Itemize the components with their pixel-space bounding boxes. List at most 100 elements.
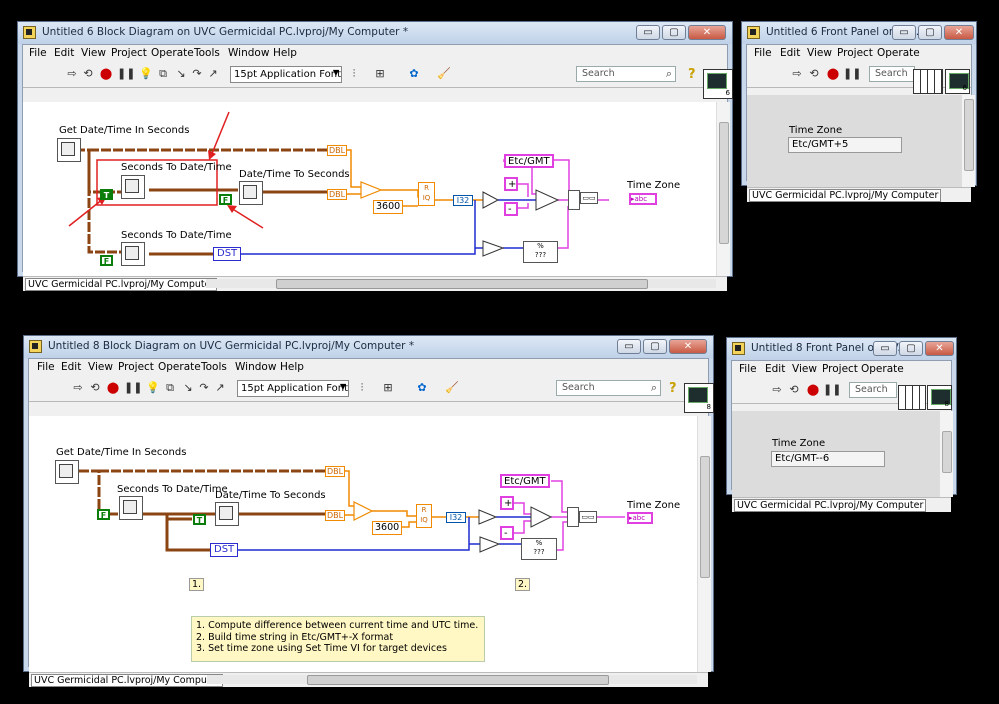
menu-operate[interactable]: Operate — [877, 47, 920, 59]
menu-project[interactable]: Project — [822, 363, 858, 375]
menu-edit[interactable]: Edit — [61, 361, 81, 373]
format-into-string-node[interactable]: %??? — [523, 241, 558, 263]
to-i32-conversion[interactable]: I32 — [446, 512, 466, 523]
time-zone-indicator[interactable]: ▸abc — [629, 193, 657, 205]
maximize-button[interactable]: ▢ — [899, 341, 923, 356]
menu-file[interactable]: File — [29, 47, 47, 59]
menu-edit[interactable]: Edit — [765, 363, 785, 375]
close-button[interactable]: ✕ — [925, 341, 954, 356]
build-string-node[interactable]: ▭▭ — [580, 192, 598, 204]
cleanup-diagram-icon[interactable]: 🧹 — [437, 68, 451, 80]
get-date-time-vi[interactable] — [57, 138, 81, 162]
font-select[interactable]: 15pt Application Font ▼ — [237, 380, 349, 397]
true-constant[interactable]: T — [193, 514, 206, 525]
false-constant[interactable]: F — [97, 509, 110, 520]
connector-pane-icon[interactable] — [898, 385, 926, 410]
run-arrow-icon[interactable]: ⇨ — [770, 384, 784, 396]
pause-icon[interactable]: ❚❚ — [823, 384, 841, 396]
time-zone-indicator[interactable]: Etc/GMT+5 — [788, 137, 902, 153]
front-panel-canvas[interactable]: Time Zone Etc/GMT--6 — [732, 411, 939, 497]
title-bar[interactable]: Untitled 8 Front Panel on UV... ▭ ▢ ✕ — [727, 338, 956, 360]
scroll-thumb[interactable] — [719, 122, 729, 244]
context-help-icon[interactable]: ? — [669, 381, 677, 396]
close-button[interactable]: ✕ — [944, 25, 974, 40]
menu-window[interactable]: Window — [235, 361, 276, 373]
menu-project[interactable]: Project — [111, 47, 147, 59]
cleanup-diagram-icon[interactable]: 🧹 — [445, 382, 459, 394]
format-into-string-node[interactable]: %??? — [521, 538, 557, 560]
project-context[interactable]: UVC Germicidal PC.lvproj/My Computer — [734, 499, 927, 512]
menu-view[interactable]: View — [792, 363, 817, 375]
minimize-button[interactable]: ▭ — [873, 341, 897, 356]
run-continuous-icon[interactable]: ⟲ — [807, 68, 821, 80]
highlight-bulb-icon[interactable]: 💡 — [146, 382, 160, 394]
vi-icon[interactable]: 8 — [684, 383, 714, 413]
menu-operate[interactable]: Operate — [861, 363, 904, 375]
to-dbl-conversion-a[interactable]: DBL — [325, 466, 345, 477]
menu-operate[interactable]: Operate — [158, 361, 201, 373]
true-constant[interactable]: T — [100, 189, 113, 200]
title-bar[interactable]: Untitled 6 Front Panel on UV... ▭ ▢ ✕ — [742, 22, 976, 44]
search-input[interactable]: Search — [869, 66, 915, 82]
scroll-thumb[interactable] — [964, 99, 974, 171]
time-zone-indicator[interactable]: ▸abc — [627, 512, 653, 524]
step-over-icon[interactable]: ↷ — [190, 68, 204, 80]
run-arrow-icon[interactable]: ⇨ — [65, 68, 79, 80]
menu-help[interactable]: Help — [273, 47, 297, 59]
close-button[interactable]: ✕ — [688, 25, 726, 40]
pause-icon[interactable]: ❚❚ — [124, 382, 142, 394]
menu-view[interactable]: View — [807, 47, 832, 59]
step-out-icon[interactable]: ↗ — [213, 382, 227, 394]
false-constant-a[interactable]: F — [219, 194, 232, 205]
build-string-node[interactable]: ▭▭ — [579, 511, 597, 523]
maximize-button[interactable]: ▢ — [918, 25, 942, 40]
maximize-button[interactable]: ▢ — [643, 339, 667, 354]
font-select[interactable]: 15pt Application Font ▼ — [230, 66, 342, 83]
vi-icon[interactable]: 6 — [703, 69, 733, 99]
to-i32-conversion[interactable]: I32 — [453, 195, 473, 206]
to-dbl-conversion-b[interactable]: DBL — [327, 189, 347, 200]
align-objects-icon[interactable]: ⫶ — [347, 68, 361, 80]
minimize-button[interactable]: ▭ — [892, 25, 916, 40]
concatenate-strings-node[interactable] — [568, 190, 580, 210]
step-into-icon[interactable]: ↘ — [174, 68, 188, 80]
run-continuous-icon[interactable]: ⟲ — [787, 384, 801, 396]
etc-gmt-constant[interactable]: Etc/GMT — [504, 154, 554, 168]
maximize-button[interactable]: ▢ — [662, 25, 686, 40]
menu-project[interactable]: Project — [118, 361, 154, 373]
highlight-bulb-icon[interactable]: 💡 — [139, 68, 153, 80]
menu-tools[interactable]: Tools — [201, 361, 227, 373]
block-diagram-canvas[interactable]: Get Date/Time In Seconds Seconds To Date… — [23, 102, 716, 276]
minus-string-constant[interactable]: - — [504, 202, 518, 216]
minimize-button[interactable]: ▭ — [636, 25, 660, 40]
menu-edit[interactable]: Edit — [54, 47, 74, 59]
align-objects-icon[interactable]: ⫶ — [355, 382, 369, 394]
constant-3600[interactable]: 3600 — [373, 200, 404, 214]
project-context[interactable]: UVC Germicidal PC.lvproj/My Computer — [25, 278, 218, 291]
project-context[interactable]: UVC Germicidal PC.lvproj/My Computer — [749, 189, 942, 202]
dst-indicator[interactable]: DST — [210, 543, 239, 557]
horizontal-scrollbar[interactable] — [207, 675, 697, 685]
abort-icon[interactable]: ⬤ — [806, 384, 820, 396]
distribute-objects-icon[interactable]: ⊞ — [381, 382, 395, 394]
block-diagram-canvas[interactable]: Get Date/Time In Seconds Seconds To Date… — [29, 416, 697, 672]
seconds-to-date-time-vi-b[interactable] — [121, 242, 145, 266]
step-into-icon[interactable]: ↘ — [181, 382, 195, 394]
search-icon[interactable]: ⌕ — [666, 67, 672, 81]
comment-free-label[interactable]: 1. Compute difference between current ti… — [191, 616, 485, 662]
vertical-scrollbar[interactable] — [697, 416, 711, 672]
context-help-icon[interactable]: ? — [688, 67, 696, 82]
date-time-to-seconds-vi[interactable] — [215, 502, 239, 526]
pause-icon[interactable]: ❚❚ — [117, 68, 135, 80]
retain-wire-values-icon[interactable]: ⧉ — [163, 382, 177, 394]
scroll-thumb[interactable] — [700, 456, 710, 578]
pause-icon[interactable]: ❚❚ — [843, 68, 861, 80]
vi-icon[interactable]: 6 — [945, 69, 970, 94]
step-out-icon[interactable]: ↗ — [206, 68, 220, 80]
plus-string-constant[interactable]: + — [500, 496, 514, 510]
run-arrow-icon[interactable]: ⇨ — [790, 68, 804, 80]
vi-icon[interactable]: 8 — [927, 385, 952, 410]
front-panel-canvas[interactable]: Time Zone Etc/GMT+5 — [747, 95, 961, 187]
menu-view[interactable]: View — [88, 361, 113, 373]
menu-file[interactable]: File — [739, 363, 757, 375]
